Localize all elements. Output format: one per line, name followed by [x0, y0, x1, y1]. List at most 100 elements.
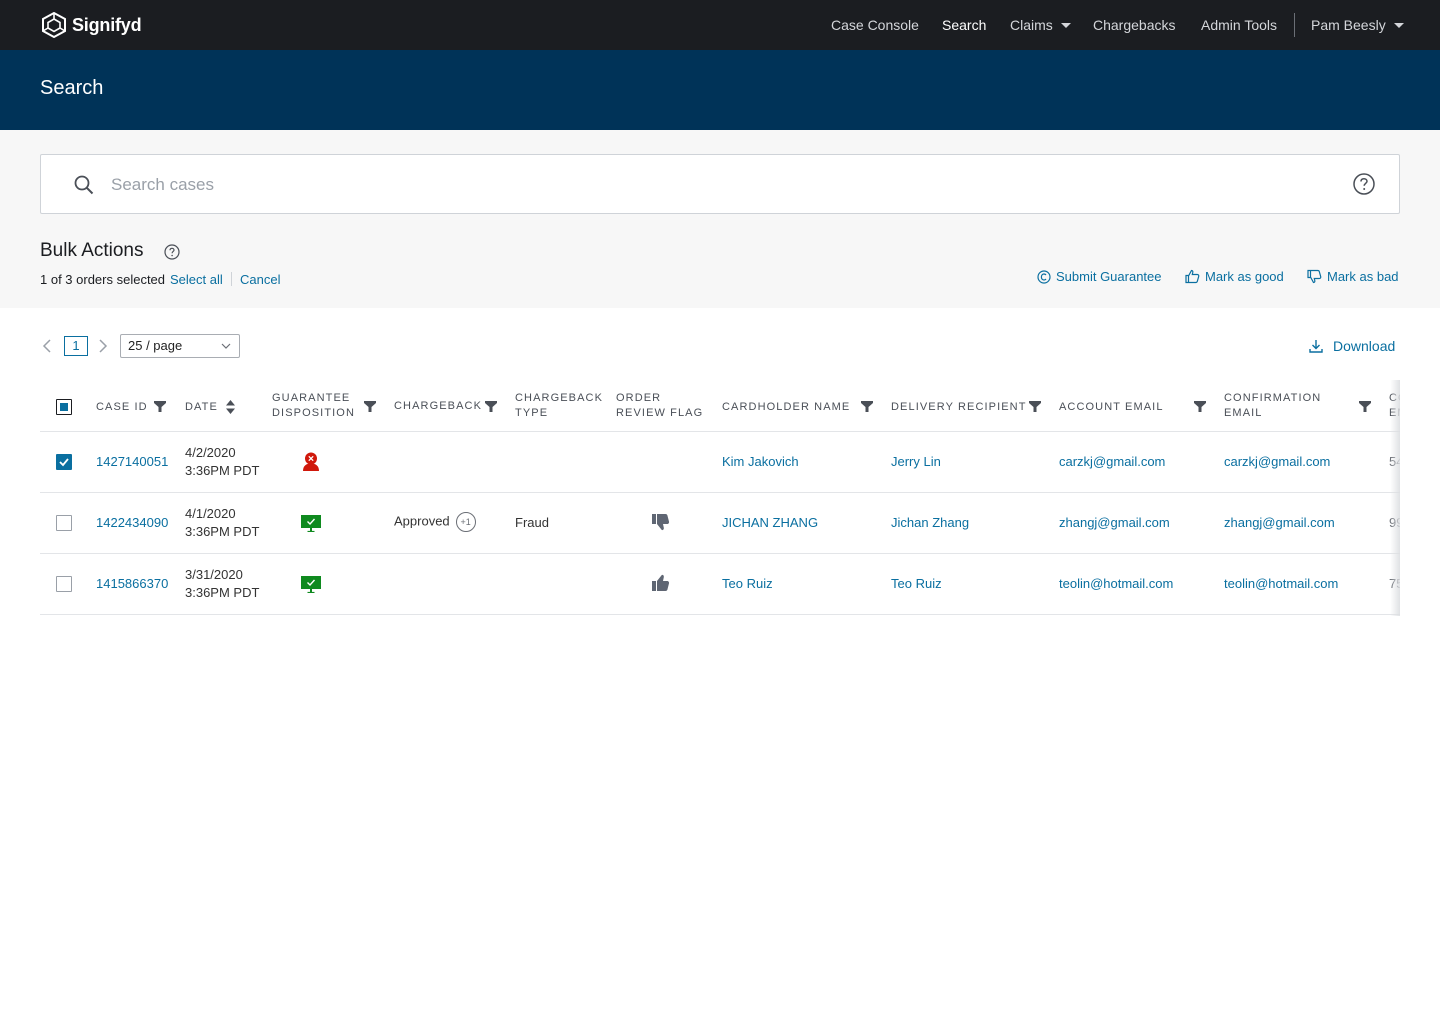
confirmation-email[interactable]: carzkj@gmail.com — [1224, 453, 1330, 471]
current-page[interactable]: 1 — [64, 336, 88, 356]
case-id-link[interactable]: 1427140051 — [96, 453, 168, 471]
row-divider — [40, 553, 1400, 554]
download-button[interactable]: Download — [1309, 338, 1395, 354]
nav-divider — [1294, 13, 1295, 37]
chargeback-type: Fraud — [515, 515, 549, 530]
case-id-link[interactable]: 1415866370 — [96, 575, 168, 593]
thumbs-down-icon — [1307, 269, 1322, 284]
confirmation-email[interactable]: teolin@hotmail.com — [1224, 575, 1338, 593]
account-email[interactable]: teolin@hotmail.com — [1059, 575, 1173, 593]
download-label: Download — [1333, 338, 1396, 354]
row-checkbox[interactable] — [56, 576, 72, 592]
account-email[interactable]: zhangj@gmail.com — [1059, 514, 1170, 532]
filter-icon[interactable] — [1194, 401, 1206, 412]
delivery-recipient[interactable]: Jerry Lin — [891, 453, 941, 471]
column-header-recipient[interactable]: DELIVERY RECIPIENT — [891, 400, 1027, 415]
confirmation-email[interactable]: zhangj@gmail.com — [1224, 514, 1335, 532]
nav-case-console[interactable]: Case Console — [831, 0, 919, 50]
chevron-down-icon — [221, 343, 231, 349]
cancel-link[interactable]: Cancel — [240, 272, 280, 287]
help-icon[interactable] — [164, 244, 180, 260]
column-header-case-id[interactable]: CASE ID — [96, 400, 148, 415]
account-email[interactable]: carzkj@gmail.com — [1059, 453, 1165, 471]
thumbs-up-icon — [1185, 269, 1200, 284]
help-icon[interactable] — [1353, 173, 1375, 195]
nav-chargebacks[interactable]: Chargebacks — [1093, 0, 1176, 50]
nav-search[interactable]: Search — [942, 0, 986, 50]
nav-claims[interactable]: Claims — [1010, 0, 1071, 50]
top-nav: Signifyd Case Console Search Claims Char… — [0, 0, 1440, 50]
more-badge[interactable]: +1 — [455, 512, 476, 532]
column-header-line: DISPOSITION — [272, 407, 355, 419]
brand-logo[interactable]: Signifyd — [40, 12, 142, 38]
chevron-down-icon — [1393, 23, 1404, 28]
time-text: 3:36PM PDT — [185, 585, 260, 600]
column-header-date[interactable]: DATE — [185, 400, 218, 415]
submit-guarantee-button[interactable]: Submit Guarantee — [1037, 269, 1162, 284]
cardholder-name[interactable]: Kim Jakovich — [722, 453, 799, 471]
select-all-link[interactable]: Select all — [170, 272, 223, 287]
column-header-line: REVIEW FLAG — [616, 407, 704, 419]
cardholder-name[interactable]: JICHAN ZHANG — [722, 514, 818, 532]
mark-good-button[interactable]: Mark as good — [1185, 269, 1284, 284]
case-date: 4/1/2020 3:36PM PDT — [185, 505, 259, 541]
delivery-recipient[interactable]: Jichan Zhang — [891, 514, 969, 532]
row-checkbox[interactable] — [56, 515, 72, 531]
thumbs-down-icon[interactable] — [652, 513, 670, 531]
column-header-line: EMAIL — [1224, 407, 1263, 419]
cardholder-name[interactable]: Teo Ruiz — [722, 575, 773, 593]
page-size-select[interactable]: 25 / page — [120, 334, 240, 358]
mark-bad-button[interactable]: Mark as bad — [1307, 269, 1399, 284]
filter-icon[interactable] — [1029, 401, 1041, 412]
guarantee-icon — [1037, 269, 1051, 284]
filter-icon[interactable] — [154, 401, 166, 412]
delivery-recipient[interactable]: Teo Ruiz — [891, 575, 942, 593]
search-input[interactable] — [111, 169, 1311, 201]
column-header-chargeback-type[interactable]: CHARGEBACK TYPE — [515, 391, 603, 421]
column-header-cardholder[interactable]: CARDHOLDER NAME — [722, 400, 850, 415]
page-header: Search — [0, 50, 1440, 130]
column-header-confirmation-email[interactable]: CONFIRMATION EMAIL — [1224, 391, 1321, 421]
chargeback-status-text: Approved — [394, 513, 450, 529]
row-divider — [40, 492, 1400, 493]
thumbs-up-icon[interactable] — [652, 574, 670, 592]
search-box[interactable] — [40, 154, 1400, 214]
column-header-account-email[interactable]: ACCOUNT EMAIL — [1059, 400, 1164, 415]
filter-icon[interactable] — [485, 401, 497, 412]
column-header-guarantee[interactable]: GUARANTEE DISPOSITION — [272, 391, 355, 421]
mark-bad-label: Mark as bad — [1327, 269, 1399, 284]
chevron-right-icon[interactable] — [98, 339, 108, 353]
column-header-line: ORDER — [616, 392, 662, 404]
bulk-actions-title: Bulk Actions — [40, 240, 144, 261]
divider — [231, 272, 232, 286]
row-checkbox[interactable] — [56, 454, 72, 470]
case-date: 4/2/2020 3:36PM PDT — [185, 444, 259, 480]
approved-guarantee-icon — [301, 576, 321, 593]
column-header-line: GUARANTEE — [272, 392, 351, 404]
row-divider — [40, 614, 1400, 615]
time-text: 3:36PM PDT — [185, 463, 260, 478]
time-text: 3:36PM PDT — [185, 524, 260, 539]
column-header-chargeback[interactable]: CHARGEBACK — [394, 399, 482, 414]
filter-icon[interactable] — [861, 401, 873, 412]
selection-count: 1 of 3 orders selected — [40, 272, 166, 287]
select-all-checkbox[interactable] — [56, 399, 72, 415]
sort-icon[interactable] — [226, 400, 235, 414]
search-icon — [74, 175, 94, 195]
user-menu[interactable]: Pam Beesly — [1311, 0, 1404, 50]
case-date: 3/31/2020 3:36PM PDT — [185, 566, 259, 602]
column-header-line: TYPE — [515, 407, 549, 419]
page-title: Search — [40, 77, 104, 99]
filter-icon[interactable] — [364, 401, 376, 412]
submit-guarantee-label: Submit Guarantee — [1056, 269, 1162, 284]
nav-admin-tools[interactable]: Admin Tools — [1201, 0, 1277, 50]
case-id-link[interactable]: 1422434090 — [96, 514, 168, 532]
column-header-review-flag[interactable]: ORDER REVIEW FLAG — [616, 391, 703, 421]
mark-good-label: Mark as good — [1205, 269, 1284, 284]
brand-name: Signifyd — [72, 14, 142, 35]
signifyd-logo-icon — [42, 12, 66, 38]
user-name: Pam Beesly — [1311, 17, 1386, 33]
filter-icon[interactable] — [1359, 401, 1371, 412]
chevron-left-icon[interactable] — [42, 339, 52, 353]
scroll-shadow — [1390, 380, 1400, 616]
